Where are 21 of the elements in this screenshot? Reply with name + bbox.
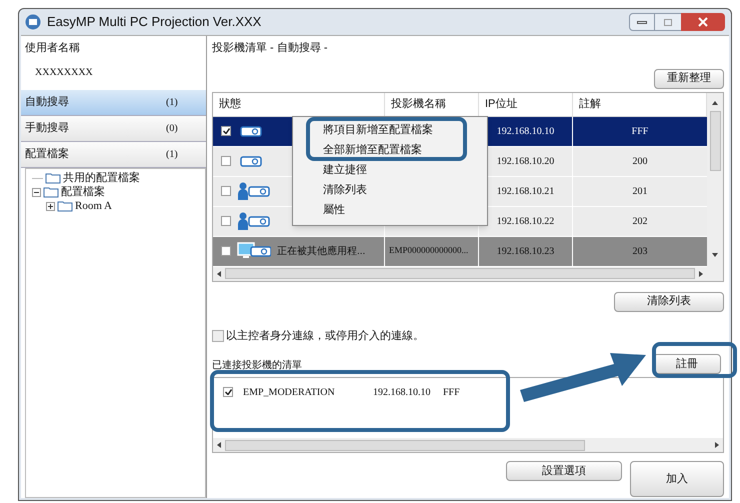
table-cell-text: 200 — [632, 154, 648, 168]
table-cell-text: 203 — [632, 244, 648, 258]
table-cell-text: EMP_MODERATION — [243, 386, 336, 400]
user-name: XXXXXXXX — [34, 66, 94, 80]
table-cell-text: 192.168.10.20 — [496, 154, 554, 168]
table-cell-text: 192.168.10.21 — [496, 184, 554, 198]
table-cell-text: 192.168.10.10 — [496, 124, 554, 138]
table-cell-text: 192.168.10.22 — [496, 214, 554, 228]
window-title: EasyMP Multi PC Projection Ver.XXX — [47, 13, 262, 32]
list-title: 投影機清單 - 自動搜尋 - — [212, 41, 328, 56]
user-name-label: 使用者名稱 — [25, 41, 81, 56]
table-cell-text: FFF — [632, 124, 648, 138]
table-cell-text: 201 — [632, 184, 648, 198]
table-cell-text: 192.168.10.10 — [373, 386, 432, 400]
table-cell-text: FFF — [443, 386, 460, 400]
table-cell-text: 正在被其他應用程... — [277, 244, 366, 258]
table-cell-text: 192.168.10.23 — [496, 244, 554, 258]
table-cell-text: EMP000000000000... — [389, 244, 468, 258]
connected-list-title: 已連接投影機的清單 — [212, 358, 302, 373]
moderator-option-label: 以主控者身分連線，或停用介入的連線。 — [226, 328, 424, 344]
table-cell-text: 202 — [632, 214, 648, 228]
